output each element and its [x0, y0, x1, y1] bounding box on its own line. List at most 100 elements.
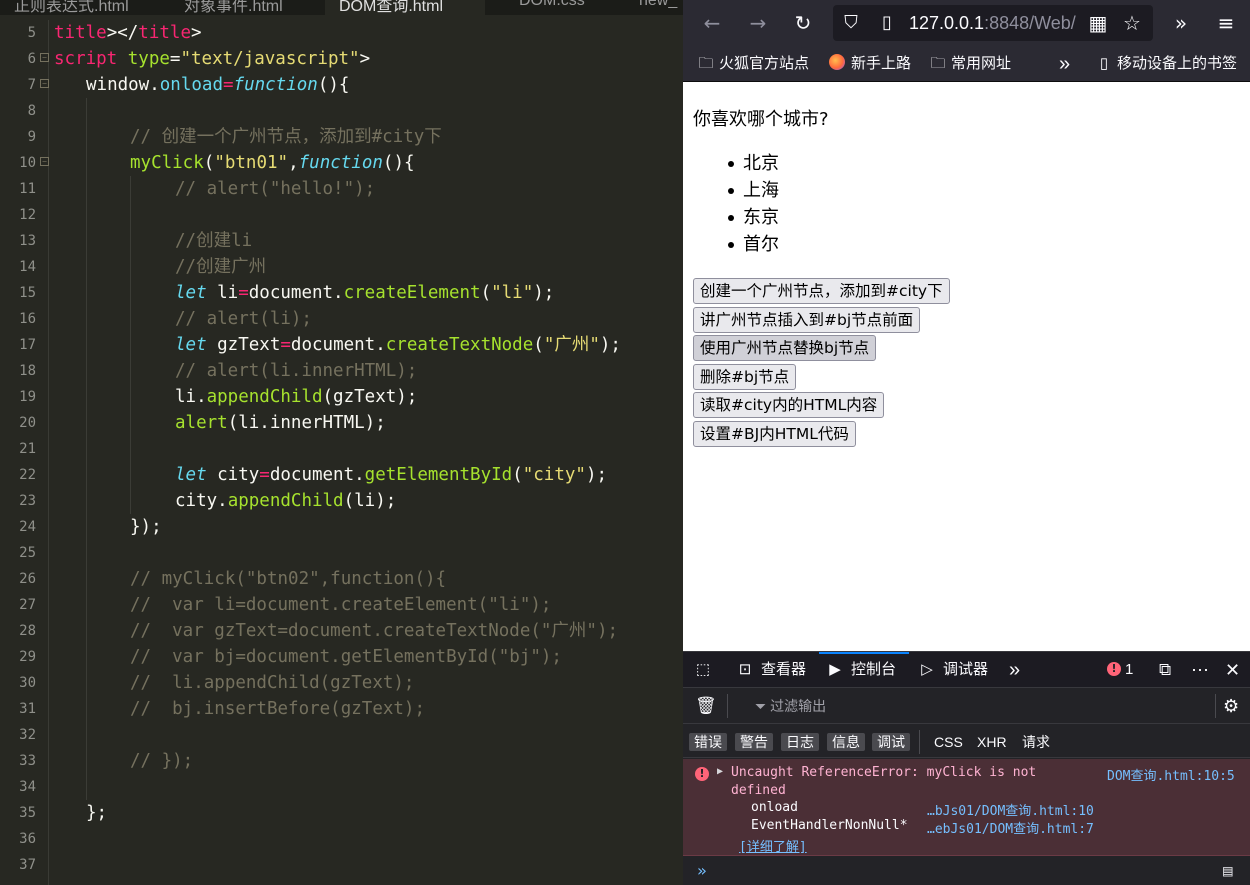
element-picker-icon[interactable]: ⬚	[693, 652, 719, 688]
console-error-message[interactable]: ! ▶ Uncaught ReferenceError: myClick is …	[683, 759, 1250, 856]
list-item: 北京	[728, 150, 779, 177]
code-line: let li=document.createElement("li");	[175, 283, 555, 303]
forward-arrow-icon[interactable]: →	[743, 8, 773, 38]
bookmarks-overflow-icon[interactable]: »	[1059, 46, 1070, 82]
code-line: // var gzText=document.createTextNode("广…	[130, 621, 619, 641]
filter-requests[interactable]: 请求	[1022, 733, 1050, 751]
back-arrow-icon[interactable]: ←	[697, 8, 727, 38]
filter-warnings[interactable]: 警告	[735, 733, 773, 751]
code-line: city.appendChild(li);	[175, 491, 397, 511]
stack-frame-link[interactable]: …ebJs01/DOM查询.html:7	[927, 818, 1094, 837]
line-number: 28	[19, 623, 36, 639]
code-line: // li.appendChild(gzText);	[130, 673, 415, 693]
city-list: 北京 上海 东京 首尔	[728, 150, 779, 258]
close-icon[interactable]: ✕	[1225, 652, 1240, 688]
error-source-link[interactable]: DOM查询.html:10:5	[1107, 765, 1235, 784]
line-number: 12	[19, 207, 36, 223]
city-question: 你喜欢哪个城市?	[693, 109, 829, 130]
tab-new[interactable]: new_	[625, 0, 683, 15]
filter-xhr[interactable]: XHR	[977, 733, 1007, 751]
error-count-icon: !	[1107, 662, 1121, 676]
filter-funnel-icon: ⏷	[755, 698, 771, 714]
filter-css[interactable]: CSS	[934, 733, 963, 751]
line-number: 21	[19, 441, 36, 457]
code-line: script type="text/javascript">	[54, 49, 371, 69]
url-text[interactable]: 127.0.0.1:8848/Web/	[909, 5, 1076, 41]
btn02-insert-before-bj[interactable]: 讲广州节点插入到#bj节点前面	[693, 307, 921, 333]
stack-frame-link[interactable]: …bJs01/DOM查询.html:10	[927, 800, 1094, 819]
trash-clear-icon[interactable]: 🗑	[695, 688, 717, 724]
error-count[interactable]: 1	[1125, 652, 1133, 688]
filter-input[interactable]: ⏷ 过滤输出	[755, 688, 826, 724]
star-bookmark-icon[interactable]: ☆	[1117, 8, 1147, 38]
btn06-set-bj-html[interactable]: 设置#BJ内HTML代码	[693, 421, 856, 447]
code-area[interactable]: title></title> script type="text/javascr…	[54, 20, 683, 878]
tab-object-events-html[interactable]: 对象事件.html	[170, 0, 320, 15]
fold-toggle-icon[interactable]: −	[40, 53, 49, 62]
error-text: defined	[731, 783, 786, 798]
line-number: 13	[19, 233, 36, 249]
split-console-icon[interactable]: ▤	[1223, 861, 1233, 880]
line-number: 33	[19, 753, 36, 769]
console-icon: ▶	[829, 661, 841, 678]
console-input[interactable]: » ▤	[683, 856, 1250, 885]
hamburger-menu-icon[interactable]: ≡	[1211, 8, 1241, 38]
fold-toggle-icon[interactable]: −	[40, 79, 49, 88]
line-number: 34	[19, 779, 36, 795]
code-line: myClick("btn01",function(){	[130, 153, 415, 173]
bookmarks-toolbar: 🗀 火狐官方站点 新手上路 🗀 常用网址 » ▯ 移动设备上的书签	[683, 46, 1250, 82]
code-line: // myClick("btn02",function(){	[130, 569, 447, 589]
mobile-device-icon: ▯	[1099, 55, 1109, 72]
tab-debugger[interactable]: ▷ 调试器	[917, 652, 988, 688]
devtools-panel: ⬚ ⊡ 查看器 ▶ 控制台 ▷ 调试器 » ! 1 ⧉ ⋯ ✕ 🗑 ⏷ 过滤输出 ⚙ …	[683, 651, 1250, 885]
line-number: 20	[19, 415, 36, 431]
code-line: let city=document.getElementById("city")…	[175, 465, 608, 485]
code-line: // alert(li.innerHTML);	[175, 361, 418, 381]
btn04-remove-bj[interactable]: 删除#bj节点	[693, 364, 797, 390]
btn01-create-guangzhou[interactable]: 创建一个广州节点，添加到#city下	[693, 278, 950, 304]
more-options-icon[interactable]: ⋯	[1191, 652, 1209, 688]
stack-frame-fn: EventHandlerNonNull*	[751, 818, 908, 833]
filter-errors[interactable]: 错误	[689, 733, 727, 751]
filter-logs[interactable]: 日志	[781, 733, 819, 751]
btn03-replace-bj[interactable]: 使用广州节点替换bj节点	[693, 335, 877, 361]
tab-dom-query-html[interactable]: DOM查询.html	[325, 0, 485, 15]
tab-inspector[interactable]: ⊡ 查看器	[735, 652, 806, 688]
line-number: 24	[19, 519, 36, 535]
expand-triangle-icon[interactable]: ▶	[717, 766, 723, 777]
line-number: 29	[19, 649, 36, 665]
web-page-content: 你喜欢哪个城市? 北京 上海 东京 首尔 创建一个广州节点，添加到#city下 …	[683, 83, 1250, 651]
bookmark-firefox-site[interactable]: 🗀 火狐官方站点	[697, 46, 809, 82]
page-info-icon[interactable]: ▯	[873, 8, 901, 38]
tab-dom-css[interactable]: DOM.css	[505, 0, 615, 15]
line-number: 27	[19, 597, 36, 613]
reload-icon[interactable]: ↻	[788, 8, 818, 38]
fold-toggle-icon[interactable]: −	[40, 157, 49, 166]
responsive-design-icon[interactable]: ⧉	[1159, 652, 1171, 688]
qr-code-icon[interactable]: ▦	[1083, 8, 1113, 38]
bookmark-getting-started[interactable]: 新手上路	[829, 46, 911, 82]
line-number: 17	[19, 337, 36, 353]
filter-info[interactable]: 信息	[827, 733, 865, 751]
code-editor[interactable]: 正则表达式.html 对象事件.html DOM查询.html DOM.css …	[0, 0, 683, 885]
inspector-icon: ⊡	[738, 661, 752, 678]
bookmark-common-sites[interactable]: 🗀 常用网址	[929, 46, 1011, 82]
overflow-chevron-icon[interactable]: »	[1166, 8, 1196, 38]
shield-icon[interactable]: ⛉	[837, 8, 865, 38]
gear-icon[interactable]: ⚙	[1223, 688, 1239, 724]
tab-console[interactable]: ▶ 控制台	[819, 652, 909, 688]
more-tabs-icon[interactable]: »	[1009, 652, 1020, 688]
line-number: 18	[19, 363, 36, 379]
firefox-icon	[829, 54, 845, 70]
btn05-read-city-html[interactable]: 读取#city内的HTML内容	[693, 392, 885, 418]
filter-debug[interactable]: 调试	[872, 733, 910, 751]
code-line: // var bj=document.getElementById("bj");	[130, 647, 562, 667]
debugger-icon: ▷	[921, 661, 933, 678]
tab-regex-html[interactable]: 正则表达式.html	[0, 0, 150, 15]
bookmark-mobile[interactable]: ▯ 移动设备上的书签	[1095, 46, 1237, 82]
code-line: let gzText=document.createTextNode("广州")…	[175, 335, 621, 355]
learn-more-link[interactable]: [详细了解]	[739, 836, 807, 855]
